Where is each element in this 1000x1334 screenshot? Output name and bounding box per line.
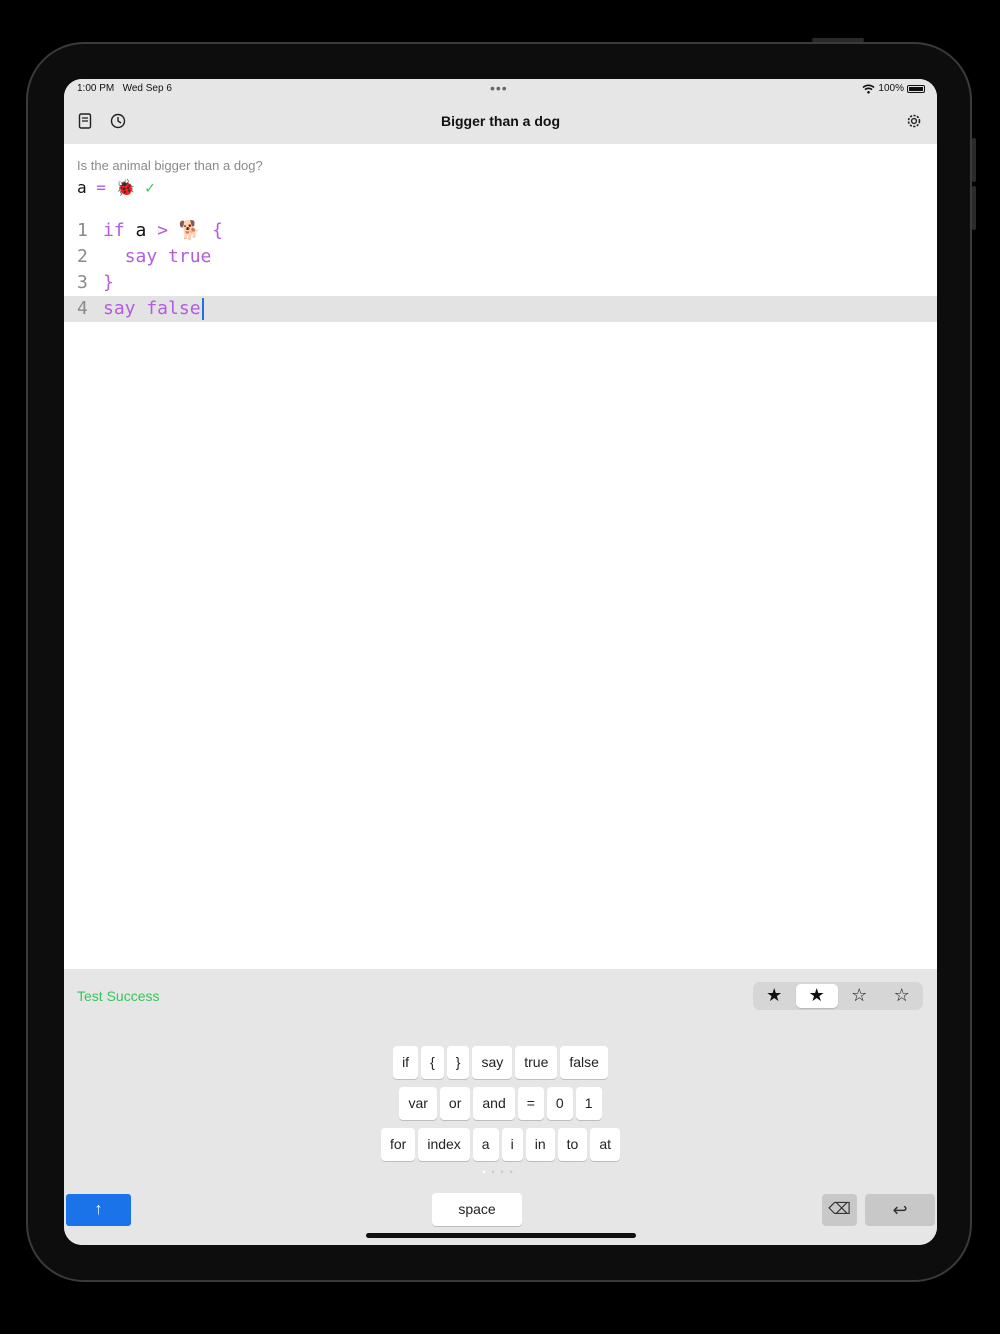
page-dot: • bbox=[482, 1167, 492, 1177]
key-or[interactable]: or bbox=[439, 1087, 471, 1120]
page-dot: • bbox=[500, 1167, 510, 1177]
side-button-bottom bbox=[972, 186, 976, 230]
key-open-brace[interactable]: { bbox=[421, 1046, 444, 1079]
battery-icon bbox=[907, 84, 925, 93]
key-var[interactable]: var bbox=[399, 1087, 437, 1120]
key-i[interactable]: i bbox=[501, 1128, 523, 1161]
key-for[interactable]: for bbox=[380, 1128, 416, 1161]
side-button-top bbox=[972, 138, 976, 182]
editor-area[interactable]: Is the animal bigger than a dog? a = 🐞 ✓… bbox=[64, 144, 937, 969]
run-button[interactable]: ↑ bbox=[66, 1194, 131, 1226]
page-dot: • bbox=[491, 1167, 501, 1177]
question-prompt: Is the animal bigger than a dog? bbox=[77, 158, 263, 173]
page-dot: • bbox=[509, 1167, 519, 1177]
keyboard-row-2: var or and = 0 1 bbox=[64, 1087, 937, 1120]
wifi-icon bbox=[862, 84, 875, 94]
key-in[interactable]: in bbox=[525, 1128, 555, 1161]
star-4[interactable]: ☆ bbox=[881, 982, 924, 1010]
code-line-2[interactable]: 2 say true bbox=[64, 244, 937, 270]
page-title: Bigger than a dog bbox=[441, 113, 560, 129]
assignment-line: a = 🐞 ✓ bbox=[77, 178, 155, 197]
return-icon: ↩ bbox=[892, 1200, 908, 1220]
line-text: } bbox=[103, 272, 114, 293]
line-number: 2 bbox=[77, 246, 88, 267]
key-if[interactable]: if bbox=[393, 1046, 419, 1079]
battery-percent: 100% bbox=[878, 83, 904, 94]
assign-var: a bbox=[77, 178, 87, 197]
keyboard-row-1: if { } say true false bbox=[64, 1046, 937, 1079]
gear-icon[interactable] bbox=[905, 112, 923, 130]
line-number: 4 bbox=[77, 298, 88, 319]
code-line-4[interactable]: 4 say false bbox=[64, 296, 937, 322]
line-number: 3 bbox=[77, 272, 88, 293]
bottom-panel: Test Success ★ ★ ☆ ☆ if { } say true fal… bbox=[64, 969, 937, 1245]
key-equals[interactable]: = bbox=[517, 1087, 544, 1120]
space-key[interactable]: space bbox=[432, 1193, 522, 1226]
key-true[interactable]: true bbox=[515, 1046, 558, 1079]
line-text: say false bbox=[103, 296, 204, 322]
line-text: say true bbox=[103, 246, 212, 267]
volume-button bbox=[812, 38, 864, 42]
star-2[interactable]: ★ bbox=[795, 984, 838, 1008]
code-line-1[interactable]: 1 if a > 🐕 { bbox=[64, 218, 937, 244]
star-rating[interactable]: ★ ★ ☆ ☆ bbox=[753, 982, 923, 1010]
home-indicator[interactable] bbox=[366, 1233, 636, 1238]
key-say[interactable]: say bbox=[472, 1046, 513, 1079]
nav-bar: Bigger than a dog bbox=[64, 99, 937, 144]
key-and[interactable]: and bbox=[473, 1087, 515, 1120]
status-bar: 1:00 PM Wed Sep 6 ••• 100% bbox=[64, 79, 937, 99]
text-cursor bbox=[201, 298, 204, 320]
line-text: if a > 🐕 { bbox=[103, 220, 223, 241]
status-time: 1:00 PM Wed Sep 6 bbox=[77, 83, 172, 94]
line-number: 1 bbox=[77, 220, 88, 241]
check-icon: ✓ bbox=[145, 178, 155, 197]
key-false[interactable]: false bbox=[560, 1046, 608, 1079]
key-close-brace[interactable]: } bbox=[446, 1046, 470, 1079]
key-index[interactable]: index bbox=[418, 1128, 470, 1161]
delete-button[interactable]: ⌫ bbox=[822, 1194, 857, 1226]
test-status: Test Success bbox=[77, 988, 160, 1004]
return-button[interactable]: ↩ bbox=[865, 1194, 935, 1226]
key-zero[interactable]: 0 bbox=[546, 1087, 573, 1120]
code-line-3[interactable]: 3 } bbox=[64, 270, 937, 296]
key-a[interactable]: a bbox=[472, 1128, 499, 1161]
keyboard-page-dots[interactable]: •••• bbox=[64, 1167, 937, 1177]
star-1[interactable]: ★ bbox=[753, 982, 796, 1010]
assign-equals: = bbox=[96, 178, 106, 197]
star-3[interactable]: ☆ bbox=[838, 982, 881, 1010]
status-right: 100% bbox=[862, 83, 925, 94]
screen: 1:00 PM Wed Sep 6 ••• 100% Bigger than a… bbox=[64, 79, 937, 1245]
keyboard-row-3: for index a i in to at bbox=[64, 1128, 937, 1161]
multitask-dots[interactable]: ••• bbox=[490, 80, 508, 96]
arrow-up-icon: ↑ bbox=[94, 1201, 103, 1218]
backspace-icon: ⌫ bbox=[828, 1201, 851, 1218]
ladybug-icon: 🐞 bbox=[115, 178, 136, 197]
key-one[interactable]: 1 bbox=[575, 1087, 602, 1120]
key-to[interactable]: to bbox=[557, 1128, 588, 1161]
status-date: Wed Sep 6 bbox=[122, 83, 172, 94]
code-editor[interactable]: 1 if a > 🐕 { 2 say true 3 } 4 say false bbox=[64, 218, 937, 322]
key-at[interactable]: at bbox=[590, 1128, 620, 1161]
